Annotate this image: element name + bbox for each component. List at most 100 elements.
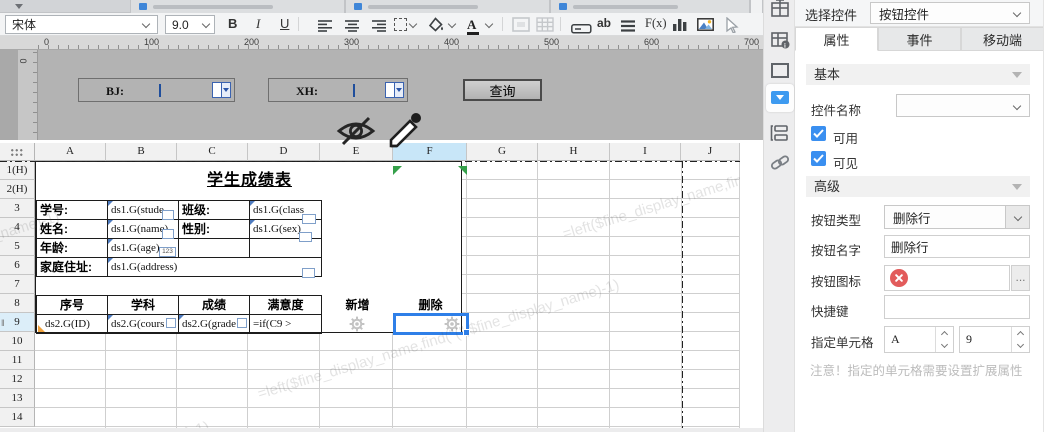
cell-a5[interactable]: 年龄: xyxy=(37,239,108,258)
merge-cells-icon[interactable] xyxy=(512,17,530,37)
tab-mobile[interactable]: 移动端 xyxy=(961,27,1044,51)
visible-checkbox[interactable] xyxy=(811,151,826,166)
widget-settings-tool-active[interactable] xyxy=(766,84,794,112)
row-header-3[interactable]: 3 xyxy=(0,199,35,218)
cell-a3[interactable]: 学号: xyxy=(37,201,108,220)
cell-a9[interactable]: ds2.G(ID) xyxy=(37,315,108,333)
cell-c3[interactable]: 班级: xyxy=(179,201,250,220)
row-header-8[interactable]: 8 xyxy=(0,294,35,313)
italic-button[interactable]: I xyxy=(256,16,260,32)
add-row-button-gear-icon[interactable] xyxy=(349,316,365,337)
cell-c4[interactable]: 性别: xyxy=(179,220,250,239)
section-basic[interactable]: 基本 xyxy=(806,64,1030,85)
row-header-5[interactable]: 5 xyxy=(0,237,35,256)
cell-b6-merged[interactable]: ds1.G(address) xyxy=(108,258,321,276)
condition-attributes-icon[interactable] xyxy=(767,120,793,146)
document-tab-active[interactable] xyxy=(750,0,763,13)
report-content-region[interactable]: 学生成绩表 学号: ds1.G(stude 班级: ds1.G(class 姓名… xyxy=(35,161,470,336)
cell-d8[interactable]: 满意度 xyxy=(250,296,321,315)
spinner-up-icon[interactable] xyxy=(935,327,953,340)
col-header-h[interactable]: H xyxy=(538,143,610,161)
align-center-icon[interactable] xyxy=(345,19,360,37)
grid-settings-icon[interactable] xyxy=(536,17,554,37)
col-header-d[interactable]: D xyxy=(248,143,320,161)
chevron-down-icon[interactable] xyxy=(447,19,457,29)
cell-a6[interactable]: 家庭住址: xyxy=(37,258,108,276)
chart-icon[interactable] xyxy=(673,18,687,36)
sheet-grid[interactable]: 学生成绩表 学号: ds1.G(stude 班级: ds1.G(class 姓名… xyxy=(35,161,740,428)
bold-button[interactable]: B xyxy=(228,16,237,31)
document-tab[interactable] xyxy=(130,0,345,13)
button-icon-input[interactable] xyxy=(884,265,1010,291)
hyperlink-icon[interactable] xyxy=(767,150,793,176)
row-header-7[interactable]: 7 xyxy=(0,275,35,294)
button-type-select[interactable]: 删除行 xyxy=(884,205,1030,229)
col-header-a[interactable]: A xyxy=(35,143,106,161)
cell-e8-add-label[interactable]: 新增 xyxy=(321,296,394,315)
cell-element-icon[interactable] xyxy=(767,0,793,22)
cell-a8[interactable]: 序号 xyxy=(37,296,108,315)
cell-a4[interactable]: 姓名: xyxy=(37,220,108,239)
row-header-13[interactable]: 13 xyxy=(0,389,35,408)
col-header-i[interactable]: I xyxy=(610,143,681,161)
section-advanced[interactable]: 高级 xyxy=(806,176,1030,197)
selection-handle[interactable] xyxy=(463,329,470,336)
col-header-b[interactable]: B xyxy=(106,143,177,161)
sheet-corner[interactable] xyxy=(0,143,35,161)
underline-button[interactable]: U xyxy=(280,16,289,31)
col-header-g[interactable]: G xyxy=(467,143,538,161)
hotkey-input[interactable] xyxy=(884,295,1030,319)
row-header-6[interactable]: 6 xyxy=(0,256,35,275)
float-element-icon[interactable] xyxy=(767,58,793,84)
row-header-1[interactable]: 1(H) xyxy=(0,161,35,180)
tab-overflow-arrow-icon[interactable] xyxy=(15,4,23,9)
border-style-icon[interactable] xyxy=(394,18,407,31)
cell-column-spinner[interactable]: A xyxy=(884,326,954,353)
xh-combo-widget[interactable]: XH: xyxy=(268,78,408,102)
text-widget-icon[interactable]: ab xyxy=(597,16,611,30)
cell-c8[interactable]: 成绩 xyxy=(179,296,250,315)
row-header-10[interactable]: 10 xyxy=(0,332,35,351)
cell-b8[interactable]: 学科 xyxy=(108,296,179,315)
tab-properties[interactable]: 属性 xyxy=(795,27,878,51)
fill-color-icon[interactable] xyxy=(428,17,445,38)
document-tab[interactable] xyxy=(345,0,550,13)
bj-combo-widget[interactable]: BJ: xyxy=(78,78,235,102)
col-header-c[interactable]: C xyxy=(177,143,248,161)
cell-d9[interactable]: =if(C9 > xyxy=(250,315,321,333)
chevron-down-icon[interactable] xyxy=(484,19,494,29)
selected-cell-f9[interactable] xyxy=(393,313,470,336)
tab-events[interactable]: 事件 xyxy=(878,27,961,51)
pointer-tool-icon[interactable] xyxy=(725,16,740,38)
row-header-4[interactable]: 4 xyxy=(0,218,35,237)
spinner-down-icon[interactable] xyxy=(935,340,953,353)
col-header-j[interactable]: J xyxy=(681,143,740,161)
font-family-select[interactable]: 宋体 xyxy=(5,15,158,34)
chevron-down-icon[interactable] xyxy=(408,19,418,29)
font-size-select[interactable]: 9.0 xyxy=(165,15,215,34)
row-header-14[interactable]: 14 xyxy=(0,408,35,427)
combobox-icon[interactable] xyxy=(212,82,231,98)
align-right-icon[interactable] xyxy=(372,19,387,37)
row-header-2[interactable]: 2(H) xyxy=(0,180,35,199)
cell-c5[interactable] xyxy=(179,239,250,258)
query-button[interactable]: 查询 xyxy=(463,79,542,101)
widget-type-select[interactable]: 按钮控件 xyxy=(870,2,1030,24)
formula-icon[interactable]: F(x) xyxy=(645,16,667,31)
line-spacing-icon[interactable] xyxy=(621,19,636,37)
icon-more-button[interactable]: ... xyxy=(1011,265,1030,291)
widget-name-select[interactable] xyxy=(896,94,1030,117)
align-left-icon[interactable] xyxy=(318,19,333,37)
enabled-checkbox[interactable] xyxy=(811,126,826,141)
cell-row-spinner[interactable]: 9 xyxy=(959,326,1030,353)
document-tab[interactable] xyxy=(550,0,750,13)
cell-attributes-icon[interactable]: i xyxy=(767,27,793,53)
combobox-icon[interactable] xyxy=(385,82,404,98)
bottom-scroll-strip[interactable] xyxy=(0,428,763,432)
row-header-9[interactable]: 9 xyxy=(0,313,35,332)
row-header-12[interactable]: 12 xyxy=(0,370,35,389)
button-name-input[interactable] xyxy=(884,235,1030,258)
row-header-11[interactable]: 11 xyxy=(0,351,35,370)
image-icon[interactable] xyxy=(697,18,714,36)
spinner-down-icon[interactable] xyxy=(1011,340,1029,353)
